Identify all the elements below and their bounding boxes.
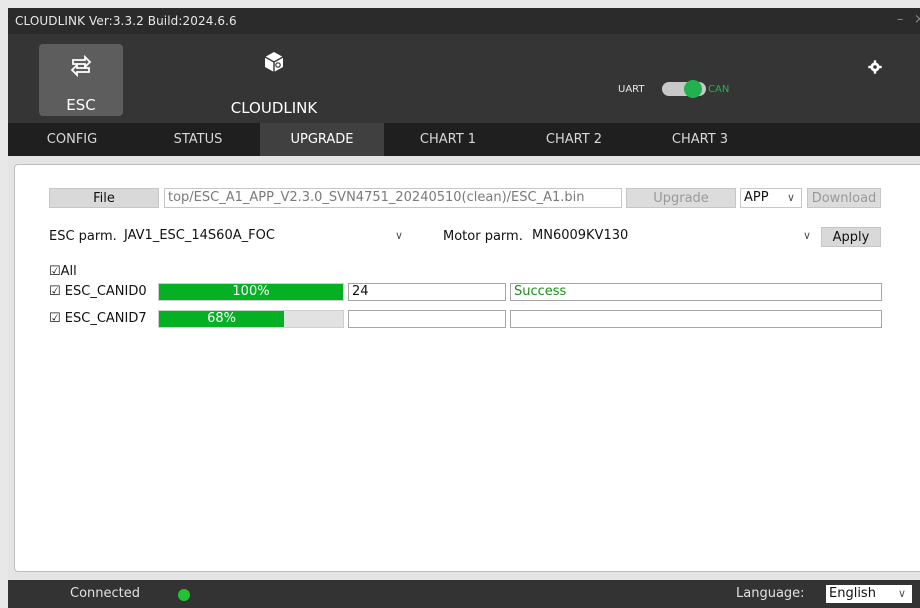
tab-upgrade[interactable]: UPGRADE bbox=[260, 123, 384, 156]
tab-config[interactable]: CONFIG bbox=[8, 123, 136, 156]
tab-chart-3[interactable]: CHART 3 bbox=[636, 123, 764, 156]
all-checkbox[interactable]: ☑All bbox=[49, 264, 77, 280]
status-bar: Connected Language: English ∨ bbox=[8, 580, 920, 608]
connection-status: Connected bbox=[70, 586, 141, 601]
esc-parm-value: JAV1_ESC_14S60A_FOC bbox=[124, 228, 275, 243]
tab-chart-1[interactable]: CHART 1 bbox=[384, 123, 512, 156]
nav-esc-button[interactable]: ESC bbox=[39, 44, 123, 116]
uart-label: UART bbox=[618, 84, 645, 95]
content-area: File top/ESC_A1_APP_V2.3.0_SVN4751_20240… bbox=[8, 156, 920, 580]
chevron-down-icon: ∨ bbox=[394, 229, 403, 242]
device-status-field bbox=[510, 310, 882, 328]
apply-button[interactable]: Apply bbox=[821, 227, 881, 247]
esc-parm-label: ESC parm. bbox=[49, 229, 117, 244]
nav-esc-label: ESC bbox=[66, 96, 96, 114]
language-select[interactable]: English ∨ bbox=[826, 585, 912, 603]
nav-cloudlink-button[interactable]: CLOUDLINK bbox=[222, 44, 326, 117]
download-button[interactable]: Download bbox=[807, 188, 881, 208]
esc-parm-select[interactable]: JAV1_ESC_14S60A_FOC ∨ bbox=[121, 227, 409, 247]
tab-status[interactable]: STATUS bbox=[136, 123, 260, 156]
can-label: CAN bbox=[708, 84, 730, 95]
language-label: Language: bbox=[736, 586, 805, 601]
close-button[interactable]: × bbox=[914, 12, 920, 27]
device-value-field[interactable] bbox=[348, 310, 506, 328]
connection-indicator-icon bbox=[178, 589, 190, 601]
file-path-field[interactable]: top/ESC_A1_APP_V2.3.0_SVN4751_20240510(c… bbox=[164, 188, 622, 208]
progress-bar-canid7: 68% bbox=[158, 310, 344, 328]
motor-parm-select[interactable]: MN6009KV130 ∨ bbox=[529, 227, 817, 247]
window-title: CLOUDLINK Ver:3.3.2 Build:2024.6.6 bbox=[15, 14, 237, 28]
progress-bar-canid0: 100% bbox=[158, 283, 344, 301]
motor-parm-value: MN6009KV130 bbox=[532, 228, 629, 243]
tab-chart-2[interactable]: CHART 2 bbox=[512, 123, 636, 156]
mode-select[interactable]: APP ∨ bbox=[740, 188, 802, 208]
header: ESC CLOUDLINK UART CAN bbox=[8, 34, 920, 123]
mode-select-value: APP bbox=[744, 190, 769, 205]
nav-cloudlink-label: CLOUDLINK bbox=[230, 99, 318, 117]
device-status-field: Success bbox=[510, 283, 882, 301]
progress-text: 68% bbox=[207, 311, 236, 326]
chevron-down-icon: ∨ bbox=[897, 587, 906, 600]
motor-parm-label: Motor parm. bbox=[443, 229, 523, 244]
upgrade-button[interactable]: Upgrade bbox=[626, 188, 736, 208]
app-window: CLOUDLINK Ver:3.3.2 Build:2024.6.6 – × E… bbox=[8, 8, 920, 608]
file-button[interactable]: File bbox=[49, 188, 159, 208]
box-icon bbox=[264, 52, 284, 72]
transfer-icon bbox=[70, 54, 92, 78]
protocol-toggle[interactable] bbox=[662, 80, 706, 98]
minimize-button[interactable]: – bbox=[897, 12, 904, 27]
device-checkbox-canid7[interactable]: ☑ ESC_CANID7 bbox=[49, 311, 147, 327]
title-bar: CLOUDLINK Ver:3.3.2 Build:2024.6.6 – × bbox=[8, 8, 920, 34]
progress-text: 100% bbox=[232, 284, 270, 299]
device-value-field[interactable]: 24 bbox=[348, 283, 506, 301]
toggle-knob bbox=[684, 80, 702, 98]
tab-bar: CONFIG STATUS UPGRADE CHART 1 CHART 2 CH… bbox=[8, 123, 920, 156]
upgrade-panel: File top/ESC_A1_APP_V2.3.0_SVN4751_20240… bbox=[14, 164, 920, 572]
chevron-down-icon: ∨ bbox=[786, 191, 795, 204]
gear-icon[interactable] bbox=[868, 60, 882, 74]
language-value: English bbox=[829, 586, 876, 601]
chevron-down-icon: ∨ bbox=[802, 229, 811, 242]
device-checkbox-canid0[interactable]: ☑ ESC_CANID0 bbox=[49, 284, 147, 300]
